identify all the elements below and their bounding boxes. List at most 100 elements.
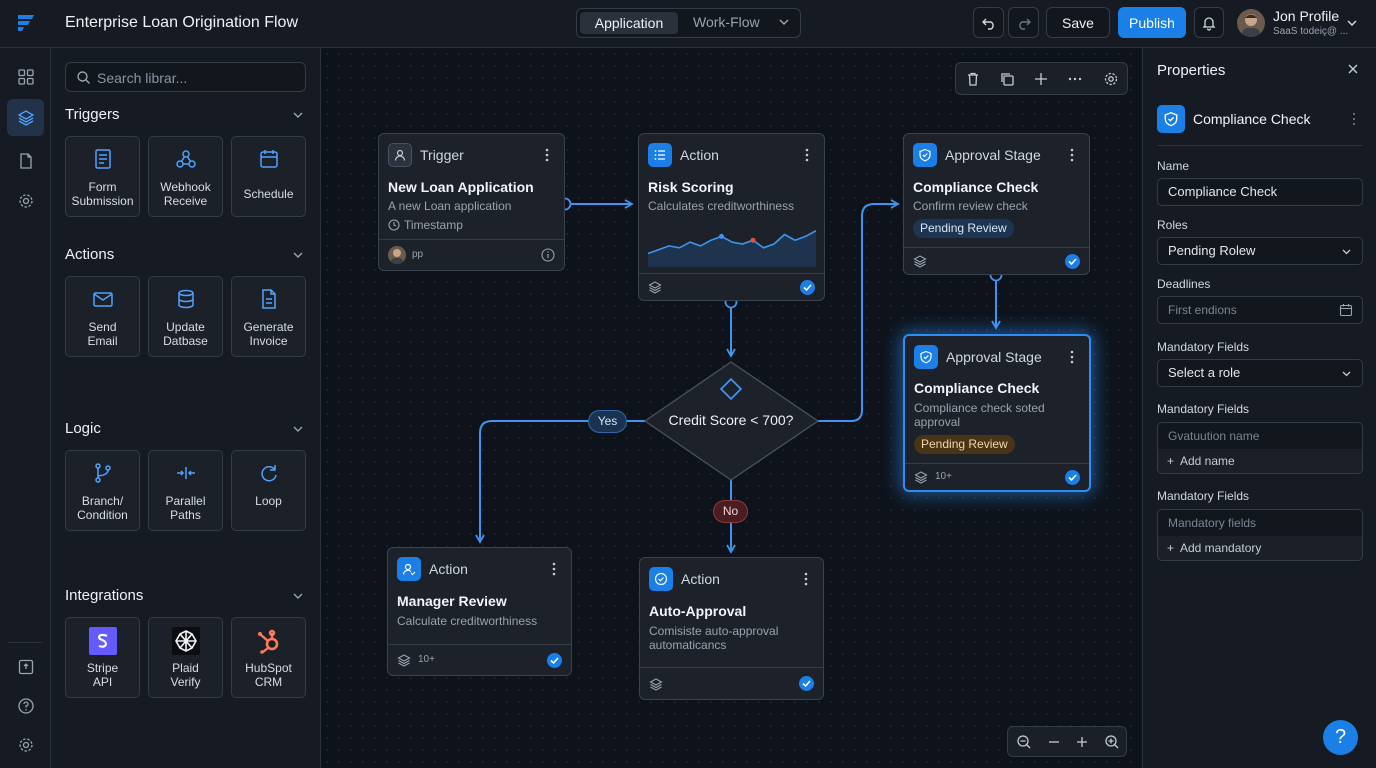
canvas-settings-button[interactable] <box>1094 63 1128 94</box>
section-integrations[interactable]: Integrations <box>65 587 143 604</box>
mandatory-role-select[interactable]: Select a role <box>1157 359 1363 387</box>
add-name-button[interactable]: + Add name <box>1157 449 1363 474</box>
copy-icon <box>1001 72 1014 86</box>
more-vertical-icon[interactable] <box>799 570 813 588</box>
more-button[interactable] <box>1058 63 1092 94</box>
tab-workflow[interactable]: Work-Flow <box>693 14 760 30</box>
node-approval-stage-2[interactable]: Approval Stage Compliance Check Complian… <box>903 334 1091 492</box>
tab-application[interactable]: Application <box>580 12 678 34</box>
no-branch-label[interactable]: No <box>713 500 748 523</box>
rail-settings[interactable] <box>7 182 44 219</box>
rail-preferences[interactable] <box>7 726 44 763</box>
node-description: Confirm review check <box>913 199 1028 213</box>
node-risk-scoring[interactable]: Action Risk Scoring Calculates creditwor… <box>638 133 825 301</box>
help-button[interactable]: ? <box>1323 720 1358 755</box>
node-auto-approval[interactable]: Action Auto-Approval Comisiste auto-appr… <box>639 557 824 700</box>
chevron-down-icon[interactable] <box>291 248 305 262</box>
connector[interactable] <box>475 420 645 544</box>
add-node-button[interactable] <box>1024 63 1058 94</box>
node-title: Risk Scoring <box>648 179 734 195</box>
app-logo-icon[interactable] <box>14 11 38 35</box>
node-type: Action <box>680 147 719 163</box>
delete-button[interactable] <box>956 63 990 94</box>
section-logic[interactable]: Logic <box>65 420 101 437</box>
section-triggers[interactable]: Triggers <box>65 106 119 123</box>
check-circle-icon <box>649 567 673 591</box>
more-vertical-icon[interactable] <box>800 146 814 164</box>
chevron-down-icon[interactable] <box>777 15 791 29</box>
rail-documents[interactable] <box>7 142 44 179</box>
hubspot-icon <box>258 629 279 654</box>
node-type: Trigger <box>420 147 464 163</box>
tile-hubspot-crm[interactable]: HubSpot CRM <box>231 617 306 698</box>
node-approval-stage-1[interactable]: Approval Stage Compliance Check Confirm … <box>903 133 1090 275</box>
tile-generate-invoice[interactable]: Generate Invoice <box>231 276 306 357</box>
more-vertical-icon[interactable] <box>1065 146 1079 164</box>
node-meta: Timestamp <box>404 218 463 232</box>
more-vertical-icon[interactable] <box>540 146 554 164</box>
tile-branch-condition[interactable]: Branch/ Condition <box>65 450 140 531</box>
info-icon[interactable] <box>541 248 555 262</box>
search-input[interactable]: Search librar... <box>65 62 306 92</box>
add-mandatory-button[interactable]: + Add mandatory <box>1157 536 1363 561</box>
rail-layers[interactable] <box>7 99 44 136</box>
tile-parallel-paths[interactable]: Parallel Paths <box>148 450 223 531</box>
check-icon <box>799 676 814 691</box>
rail-dashboard[interactable] <box>7 58 44 95</box>
tile-form-submission[interactable]: Form Submission <box>65 136 140 217</box>
rail-help[interactable] <box>7 687 44 724</box>
tile-label: Form <box>88 180 117 194</box>
tile-webhook-receive[interactable]: Webhook Receive <box>148 136 223 217</box>
roles-label: Roles <box>1157 218 1188 232</box>
chevron-down-icon[interactable] <box>291 108 305 122</box>
close-icon[interactable] <box>1346 62 1360 76</box>
shield-check-icon <box>913 143 937 167</box>
zoom-out-icon[interactable] <box>1016 734 1032 750</box>
tile-update-database[interactable]: Update Datbase <box>148 276 223 357</box>
profile-name[interactable]: Jon Profile <box>1273 8 1339 24</box>
notifications-button[interactable] <box>1194 7 1224 38</box>
chevron-down-icon[interactable] <box>1345 16 1359 30</box>
user-icon <box>397 557 421 581</box>
node-type: Approval Stage <box>946 349 1042 365</box>
duplicate-button[interactable] <box>990 63 1024 94</box>
layers-icon <box>649 678 663 691</box>
more-vertical-icon[interactable] <box>1065 348 1079 366</box>
publish-button[interactable]: Publish <box>1118 7 1186 38</box>
chevron-down-icon[interactable] <box>291 422 305 436</box>
plus-icon[interactable] <box>1074 734 1090 750</box>
tile-stripe-api[interactable]: Stripe API <box>65 617 140 698</box>
tile-send-email[interactable]: Send Email <box>65 276 140 357</box>
zoom-in-icon[interactable] <box>1104 734 1120 750</box>
redo-button[interactable] <box>1008 7 1039 38</box>
yes-branch-label[interactable]: Yes <box>588 410 627 433</box>
node-title: Compliance Check <box>913 179 1039 195</box>
roles-select[interactable]: Pending Rolew <box>1157 237 1363 265</box>
mandatory-name-input[interactable]: Gvatuution name <box>1157 422 1363 450</box>
more-horizontal-icon <box>1068 77 1082 80</box>
node-footer <box>904 247 1089 274</box>
save-button[interactable]: Save <box>1046 7 1110 38</box>
tile-plaid-verify[interactable]: Plaid Verify <box>148 617 223 698</box>
rail-export[interactable] <box>7 648 44 685</box>
more-vertical-icon[interactable] <box>1349 111 1359 127</box>
node-trigger[interactable]: Trigger New Loan Application A new Loan … <box>378 133 565 271</box>
layers-icon <box>913 255 927 268</box>
gear-icon <box>18 193 33 208</box>
deadlines-date-field[interactable]: First endions <box>1157 296 1363 324</box>
tile-schedule[interactable]: Schedule <box>231 136 306 217</box>
footer-count: 10+ <box>935 471 952 482</box>
tile-loop[interactable]: Loop <box>231 450 306 531</box>
more-vertical-icon[interactable] <box>547 560 561 578</box>
mandatory-fields-input[interactable]: Mandatory fields <box>1157 509 1363 537</box>
section-actions[interactable]: Actions <box>65 246 114 263</box>
avatar[interactable] <box>1237 9 1265 37</box>
workflow-canvas[interactable]: Credit Score < 700? Yes No Trigger New L… <box>321 48 1142 768</box>
minus-icon[interactable] <box>1046 734 1062 750</box>
app-title: Enterprise Loan Origination Flow <box>65 14 299 31</box>
node-manager-review[interactable]: Action Manager Review Calculate creditwo… <box>387 547 572 676</box>
undo-button[interactable] <box>973 7 1004 38</box>
chevron-down-icon[interactable] <box>291 589 305 603</box>
connector[interactable] <box>818 199 900 422</box>
name-field[interactable]: Compliance Check <box>1157 178 1363 206</box>
